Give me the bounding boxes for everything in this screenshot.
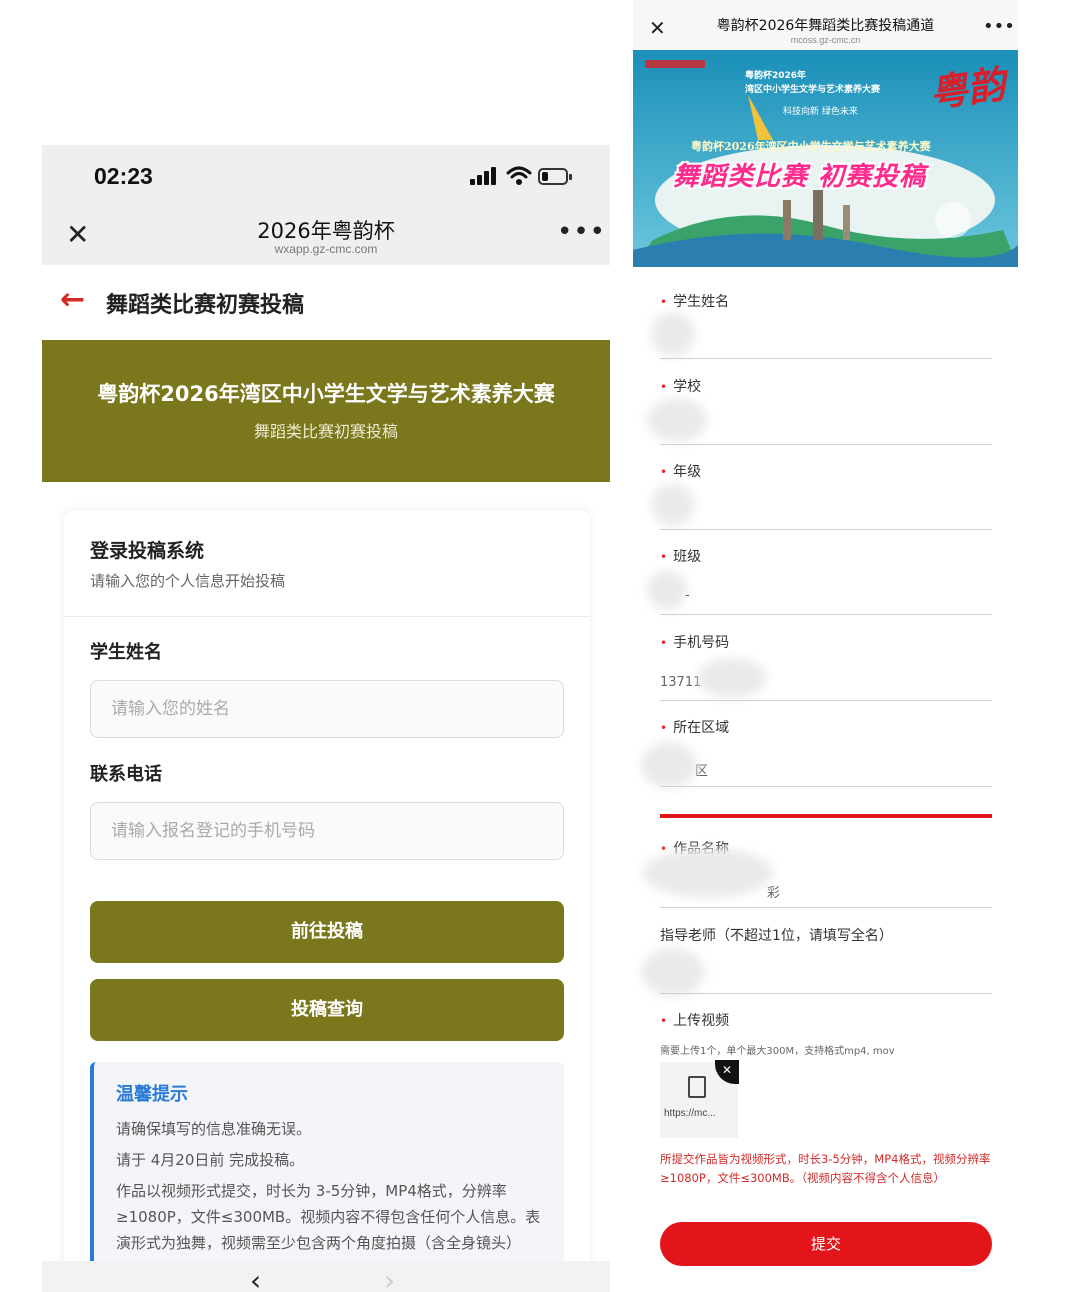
- right-phone-screen: ✕ 粤韵杯2026年舞蹈类比赛投稿通道 mcoss.gz-cmc.cn ••• …: [633, 0, 1018, 1292]
- tips-title: 温馨提示: [116, 1084, 188, 1105]
- hero-slogan: 科技向新 绿色未来: [783, 107, 858, 117]
- banner-title: 粤韵杯2026年湾区中小学生文学与艺术素养大赛: [97, 382, 555, 406]
- section-divider: [660, 814, 992, 818]
- back-arrow-icon[interactable]: ←: [60, 285, 85, 315]
- nav-domain: wxapp.gz-cmc.com: [274, 242, 378, 256]
- battery-icon: [538, 168, 572, 185]
- banner-subtitle: 舞蹈类比赛初赛投稿: [253, 422, 398, 441]
- page-header: ← 舞蹈类比赛初赛投稿: [42, 265, 610, 340]
- school-input[interactable]: [660, 444, 992, 445]
- login-subtitle: 请输入您的个人信息开始投稿: [90, 572, 286, 590]
- tip-item: 请确保填写的信息准确无误。: [116, 1120, 312, 1138]
- teacher-input[interactable]: [660, 993, 992, 994]
- redacted-value: [641, 948, 705, 996]
- class-value: -: [685, 588, 690, 603]
- login-title: 登录投稿系统: [90, 540, 205, 562]
- student-name-input[interactable]: [660, 358, 992, 359]
- left-phone-screen: 02:23 ✕ 2026年粤韵杯 wxapp.gz-cmc.com ••• ← …: [42, 145, 610, 1292]
- school-label: • 学校: [660, 379, 702, 395]
- redacted-value: [647, 398, 707, 442]
- file-icon: [688, 1076, 706, 1098]
- redacted-value: [651, 484, 695, 526]
- signal-icon: [470, 167, 500, 185]
- nav-domain: mcoss.gz-cmc.cn: [790, 35, 861, 45]
- class-input[interactable]: [660, 614, 992, 615]
- nav-title: 粤韵杯2026年舞蹈类比赛投稿通道: [716, 18, 935, 34]
- redacted-value: [641, 742, 697, 788]
- class-label: • 班级: [660, 549, 702, 565]
- login-card: 登录投稿系统 请输入您的个人信息开始投稿 学生姓名 请输入您的姓名 联系电话 请…: [64, 510, 590, 1292]
- teacher-label: 指导老师（不超过1位，请填写全名）: [660, 928, 893, 944]
- more-icon[interactable]: •••: [983, 16, 1015, 37]
- phone-input[interactable]: 请输入报名登记的手机号码: [90, 802, 564, 860]
- uploaded-file-url: https://mc...: [664, 1108, 716, 1119]
- work-title-value: 彩: [767, 886, 781, 901]
- browser-navbar: ✕ 粤韵杯2026年舞蹈类比赛投稿通道 mcoss.gz-cmc.cn •••: [633, 0, 1018, 50]
- submit-button[interactable]: 提交: [660, 1222, 992, 1266]
- tip-item: 作品以视频形式提交，时长为 3-5分钟，MP4格式，分辨率≥1080P，文件≤3…: [116, 1182, 541, 1252]
- nav-title: 2026年粤韵杯: [257, 219, 395, 243]
- phone-label: • 手机号码: [660, 635, 730, 651]
- name-label: 学生姓名: [90, 642, 162, 663]
- hero-banner: 粤韵杯2026年 湾区中小学生文学与艺术素养大赛 科技向新 绿色未来 粤韵杯20…: [633, 50, 1018, 267]
- tips-box: 温馨提示 请确保填写的信息准确无误。 请于 4月20日前 完成投稿。 作品以视频…: [90, 1062, 564, 1292]
- redacted-value: [647, 570, 687, 610]
- upload-video-label: • 上传视频: [660, 1013, 730, 1029]
- forward-icon[interactable]: ›: [384, 1267, 395, 1292]
- hero-year: 粤韵杯2026年: [745, 71, 807, 81]
- go-submit-button[interactable]: 前往投稿: [90, 901, 564, 963]
- redacted-value: [697, 658, 767, 698]
- upload-hint: 需要上传1个，单个最大300M，支持格式mp4, mov: [660, 1046, 895, 1057]
- region-select[interactable]: [660, 786, 992, 787]
- contest-banner: 粤韵杯2026年湾区中小学生文学与艺术素养大赛 舞蹈类比赛初赛投稿: [42, 340, 610, 482]
- wifi-icon: [506, 166, 532, 185]
- grade-input[interactable]: [660, 529, 992, 530]
- divider: [64, 616, 590, 617]
- back-icon[interactable]: ‹: [250, 1267, 261, 1292]
- more-icon[interactable]: •••: [557, 217, 606, 247]
- phone-input[interactable]: [660, 700, 992, 701]
- redacted-value: [651, 312, 695, 356]
- phone-value: 13711: [660, 675, 702, 690]
- hero-full-title: 粤韵杯2026年湾区中小学生文学与艺术素养大赛: [691, 140, 931, 153]
- status-bar: 02:23: [42, 145, 610, 207]
- name-input[interactable]: 请输入您的姓名: [90, 680, 564, 738]
- hero-contest: 湾区中小学生文学与艺术素养大赛: [745, 85, 881, 95]
- region-label: • 所在区域: [660, 720, 730, 736]
- phone-label: 联系电话: [90, 764, 162, 785]
- student-name-label: • 学生姓名: [660, 294, 730, 310]
- hero-headline: 舞蹈类比赛 初赛投稿: [673, 162, 927, 192]
- work-title-input[interactable]: [660, 907, 992, 908]
- redacted-value: [643, 848, 773, 898]
- browser-navbar: ✕ 2026年粤韵杯 wxapp.gz-cmc.com •••: [42, 207, 610, 265]
- query-submission-button[interactable]: 投稿查询: [90, 979, 564, 1041]
- status-time: 02:23: [94, 163, 153, 189]
- submission-notice: 所提交作品皆为视频形式，时长3-5分钟，MP4格式，视频分辨率≥1080P，文件…: [660, 1152, 991, 1185]
- tip-item: 请于 4月20日前 完成投稿。: [116, 1151, 305, 1169]
- hero-logo: 粤韵: [926, 60, 1009, 117]
- grade-label: • 年级: [660, 464, 702, 480]
- page-title: 舞蹈类比赛初赛投稿: [106, 293, 305, 318]
- browser-bottom-bar: ‹ ›: [42, 1261, 610, 1292]
